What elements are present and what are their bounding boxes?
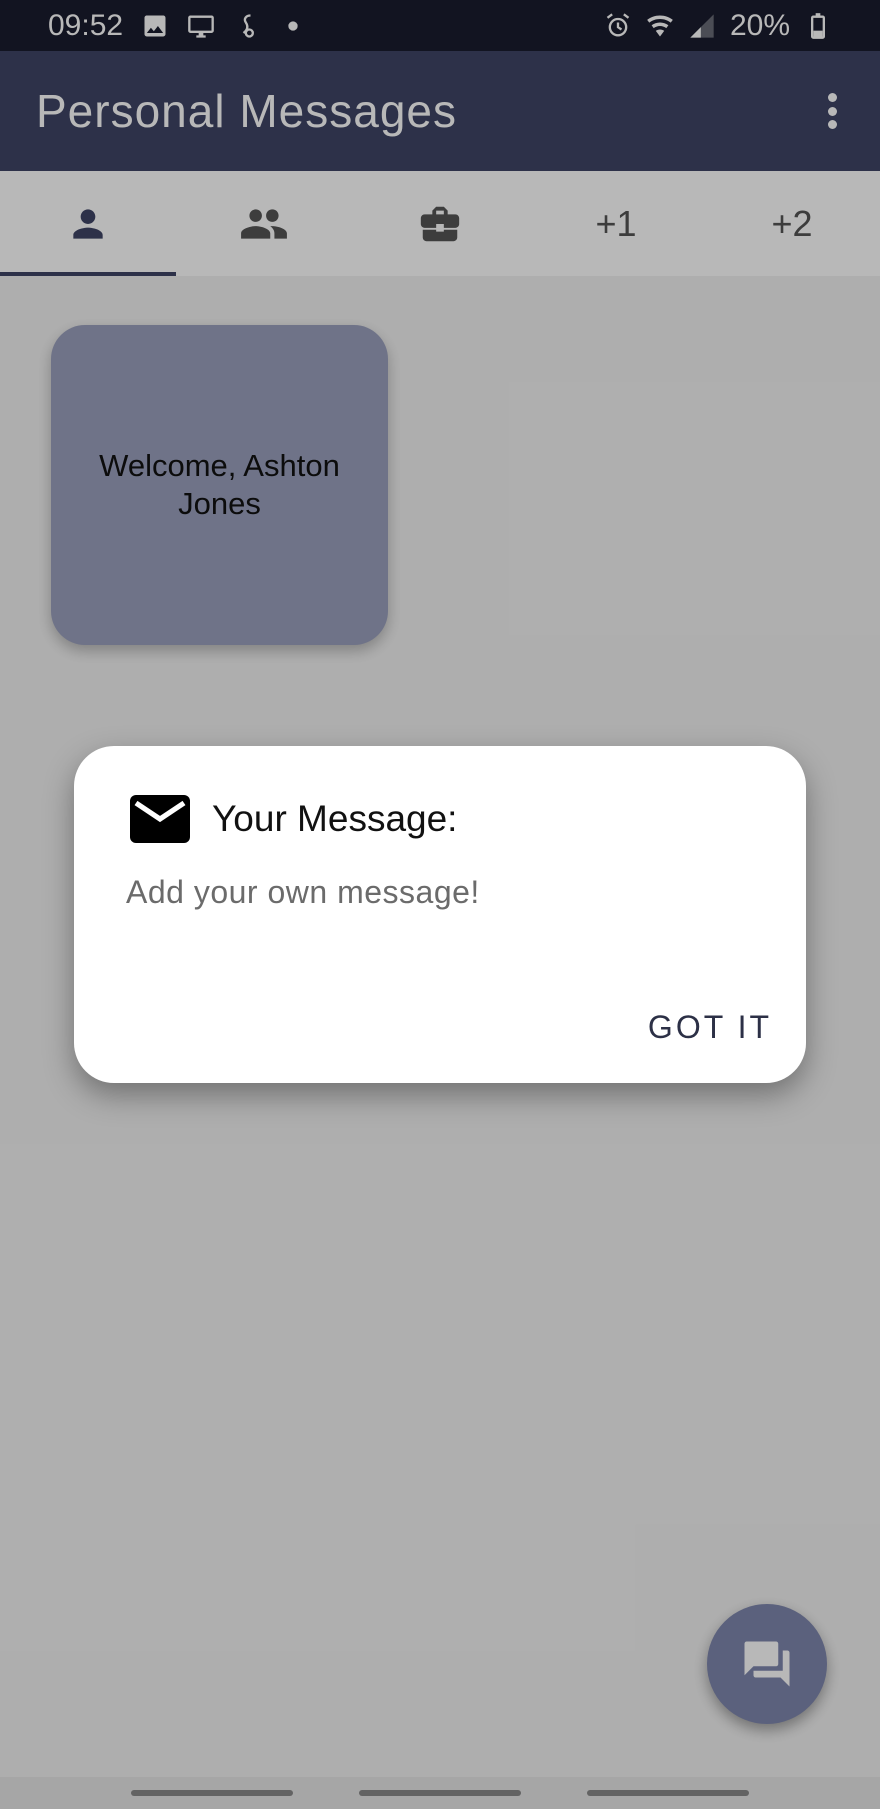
dialog-header: Your Message: bbox=[130, 794, 457, 844]
dialog-message: Add your own message! bbox=[126, 874, 480, 910]
dialog-title: Your Message: bbox=[212, 798, 458, 839]
message-dialog: Your Message: Add your own message! GOT … bbox=[74, 746, 806, 1083]
mail-icon bbox=[130, 795, 190, 843]
got-it-button[interactable]: GOT IT bbox=[648, 1009, 772, 1046]
